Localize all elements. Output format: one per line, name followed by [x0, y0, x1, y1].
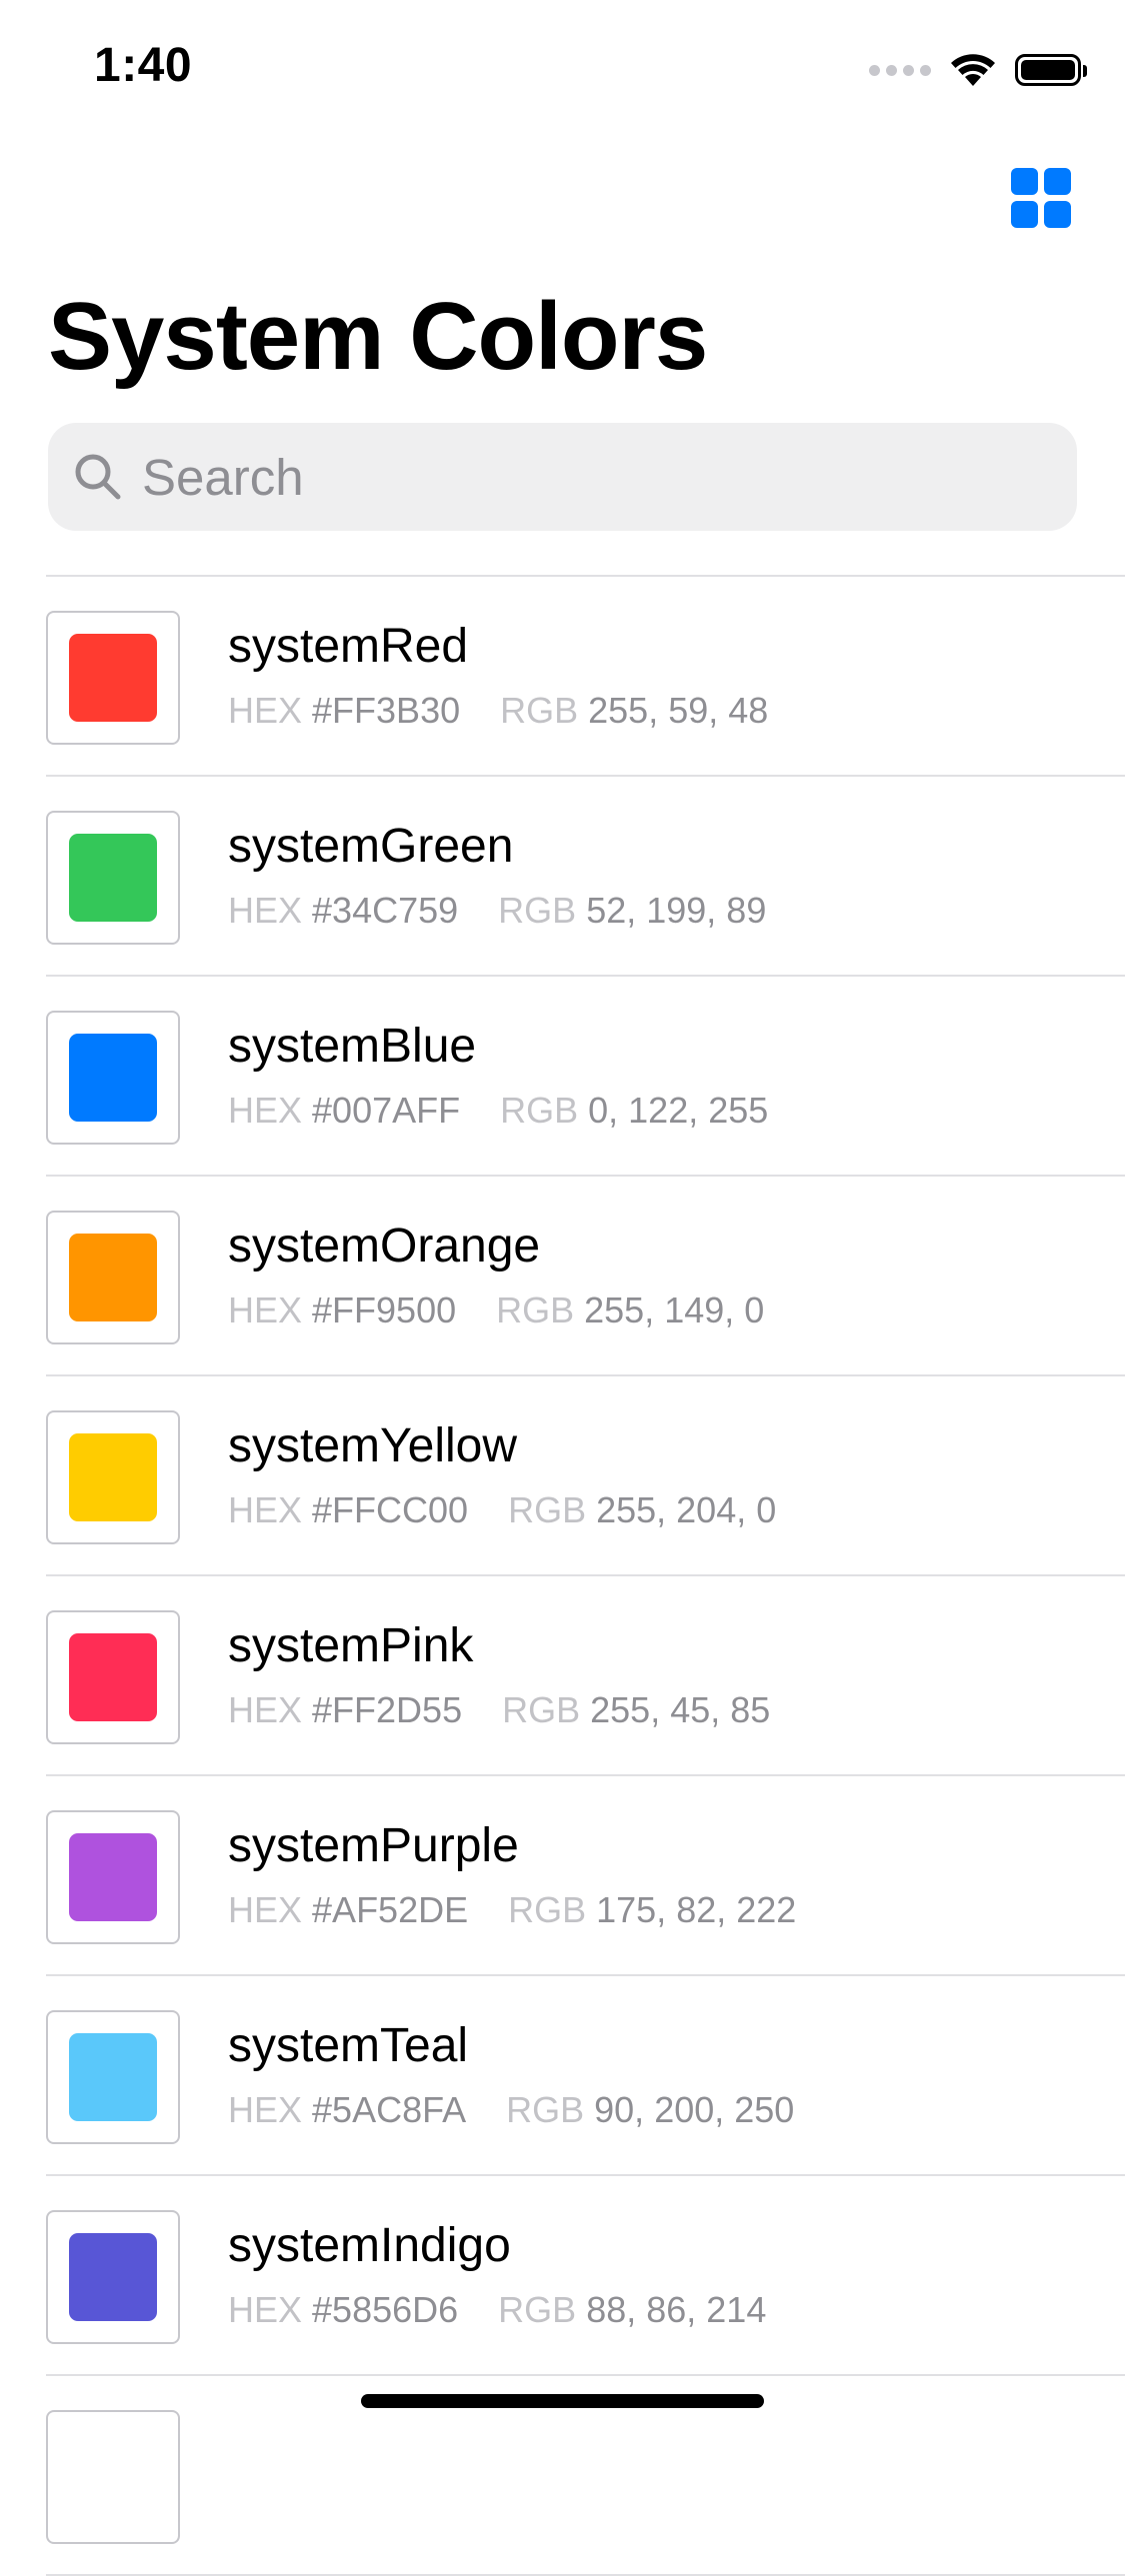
search-icon — [75, 454, 121, 500]
rgb-label: RGB — [498, 2289, 577, 2330]
hex-value: #FF9500 — [312, 1289, 457, 1330]
color-swatch — [69, 2033, 157, 2121]
rgb-label: RGB — [506, 2089, 585, 2130]
list-item[interactable]: systemYellow HEX #FFCC00 RGB 255, 204, 0 — [46, 1376, 1125, 1576]
color-name: systemYellow — [228, 1419, 518, 1472]
swatch-frame — [46, 2210, 180, 2344]
hex-value: #5856D6 — [312, 2289, 459, 2330]
hex-label: HEX — [228, 890, 303, 931]
color-name: systemPink — [228, 1619, 474, 1672]
color-swatch — [69, 1034, 157, 1122]
list-item[interactable]: systemPurple HEX #AF52DE RGB 175, 82, 222 — [46, 1776, 1125, 1976]
hex-label: HEX — [228, 1889, 303, 1930]
rgb-label: RGB — [508, 1889, 587, 1930]
list-item[interactable]: systemTeal HEX #5AC8FA RGB 90, 200, 250 — [46, 1976, 1125, 2176]
swatch-frame — [46, 811, 180, 945]
rgb-value: 88, 86, 214 — [586, 2289, 767, 2330]
hex-label: HEX — [228, 1289, 303, 1330]
color-swatch — [69, 834, 157, 922]
color-swatch — [69, 1633, 157, 1721]
color-meta: HEX #FFCC00 RGB 255, 204, 0 — [228, 1488, 816, 1532]
color-swatch — [69, 1833, 157, 1921]
color-name: systemPurple — [228, 1819, 519, 1872]
search-input[interactable] — [142, 437, 1042, 517]
wifi-icon — [951, 54, 995, 86]
color-name: systemTeal — [228, 2019, 469, 2072]
rgb-label: RGB — [500, 1090, 579, 1131]
list-item[interactable]: systemBlue HEX #007AFF RGB 0, 122, 255 — [46, 977, 1125, 1177]
hex-value: #AF52DE — [312, 1889, 469, 1930]
home-indicator — [361, 2394, 764, 2408]
color-meta: HEX #FF9500 RGB 255, 149, 0 — [228, 1288, 804, 1332]
status-bar: 1:40 — [0, 0, 1125, 140]
cellular-signal-icon — [869, 64, 931, 76]
swatch-frame — [46, 2010, 180, 2144]
rgb-label: RGB — [500, 690, 579, 731]
hex-value: #FFCC00 — [312, 1489, 469, 1530]
swatch-frame — [46, 1810, 180, 1944]
list-item[interactable]: systemIndigo HEX #5856D6 RGB 88, 86, 214 — [46, 2176, 1125, 2376]
page-title: System Colors — [48, 283, 708, 390]
hex-label: HEX — [228, 1489, 303, 1530]
color-meta: HEX #007AFF RGB 0, 122, 255 — [228, 1089, 808, 1133]
rgb-label: RGB — [502, 1689, 581, 1730]
list-item[interactable]: systemPink HEX #FF2D55 RGB 255, 45, 85 — [46, 1576, 1125, 1776]
rgb-value: 52, 199, 89 — [586, 890, 767, 931]
status-indicators — [869, 50, 1087, 90]
status-time: 1:40 — [94, 39, 193, 92]
rgb-value: 255, 204, 0 — [596, 1489, 777, 1530]
color-meta: HEX #AF52DE RGB 175, 82, 222 — [228, 1888, 836, 1932]
hex-label: HEX — [228, 1090, 303, 1131]
color-name: systemOrange — [228, 1220, 541, 1273]
hex-label: HEX — [228, 690, 303, 731]
hex-value: #5AC8FA — [312, 2089, 467, 2130]
rgb-value: 0, 122, 255 — [588, 1090, 769, 1131]
hex-label: HEX — [228, 2089, 303, 2130]
rgb-label: RGB — [498, 890, 577, 931]
hex-value: #FF3B30 — [312, 690, 461, 731]
rgb-value: 255, 45, 85 — [590, 1689, 771, 1730]
search-bar[interactable] — [48, 423, 1077, 531]
swatch-frame — [46, 1610, 180, 1744]
hex-value: #34C759 — [312, 890, 459, 931]
color-name: systemBlue — [228, 1020, 477, 1073]
color-meta: HEX #FF2D55 RGB 255, 45, 85 — [228, 1688, 810, 1732]
rgb-label: RGB — [508, 1489, 587, 1530]
color-swatch — [69, 2233, 157, 2321]
battery-icon — [1015, 54, 1087, 86]
color-name: systemGreen — [228, 820, 514, 873]
rgb-value: 255, 149, 0 — [584, 1289, 765, 1330]
list-item[interactable]: systemRed HEX #FF3B30 RGB 255, 59, 48 — [46, 577, 1125, 777]
swatch-frame — [46, 1211, 180, 1344]
color-meta: HEX #5AC8FA RGB 90, 200, 250 — [228, 2088, 834, 2132]
color-swatch — [69, 1234, 157, 1321]
hex-value: #FF2D55 — [312, 1689, 463, 1730]
swatch-frame — [46, 1410, 180, 1544]
hex-label: HEX — [228, 1689, 303, 1730]
swatch-frame — [46, 1011, 180, 1145]
grid-icon — [1011, 168, 1038, 195]
color-name: systemIndigo — [228, 2219, 511, 2272]
list-item[interactable]: systemGreen HEX #34C759 RGB 52, 199, 89 — [46, 777, 1125, 977]
color-list: systemRed HEX #FF3B30 RGB 255, 59, 48 syste… — [46, 575, 1125, 2576]
rgb-value: 175, 82, 222 — [596, 1889, 797, 1930]
rgb-value: 90, 200, 250 — [594, 2089, 795, 2130]
color-swatch — [69, 1433, 157, 1521]
hex-label: HEX — [228, 2289, 303, 2330]
hex-value: #007AFF — [312, 1090, 461, 1131]
grid-view-button[interactable] — [1011, 168, 1071, 228]
swatch-frame — [46, 611, 180, 745]
rgb-value: 255, 59, 48 — [588, 690, 769, 731]
list-item[interactable]: systemOrange HEX #FF9500 RGB 255, 149, 0 — [46, 1177, 1125, 1376]
color-meta: HEX #5856D6 RGB 88, 86, 214 — [228, 2288, 806, 2332]
color-meta: HEX #34C759 RGB 52, 199, 89 — [228, 889, 806, 933]
rgb-label: RGB — [496, 1289, 575, 1330]
color-name: systemRed — [228, 620, 469, 673]
swatch-frame — [46, 2410, 180, 2544]
color-meta: HEX #FF3B30 RGB 255, 59, 48 — [228, 689, 808, 733]
color-swatch — [69, 634, 157, 722]
